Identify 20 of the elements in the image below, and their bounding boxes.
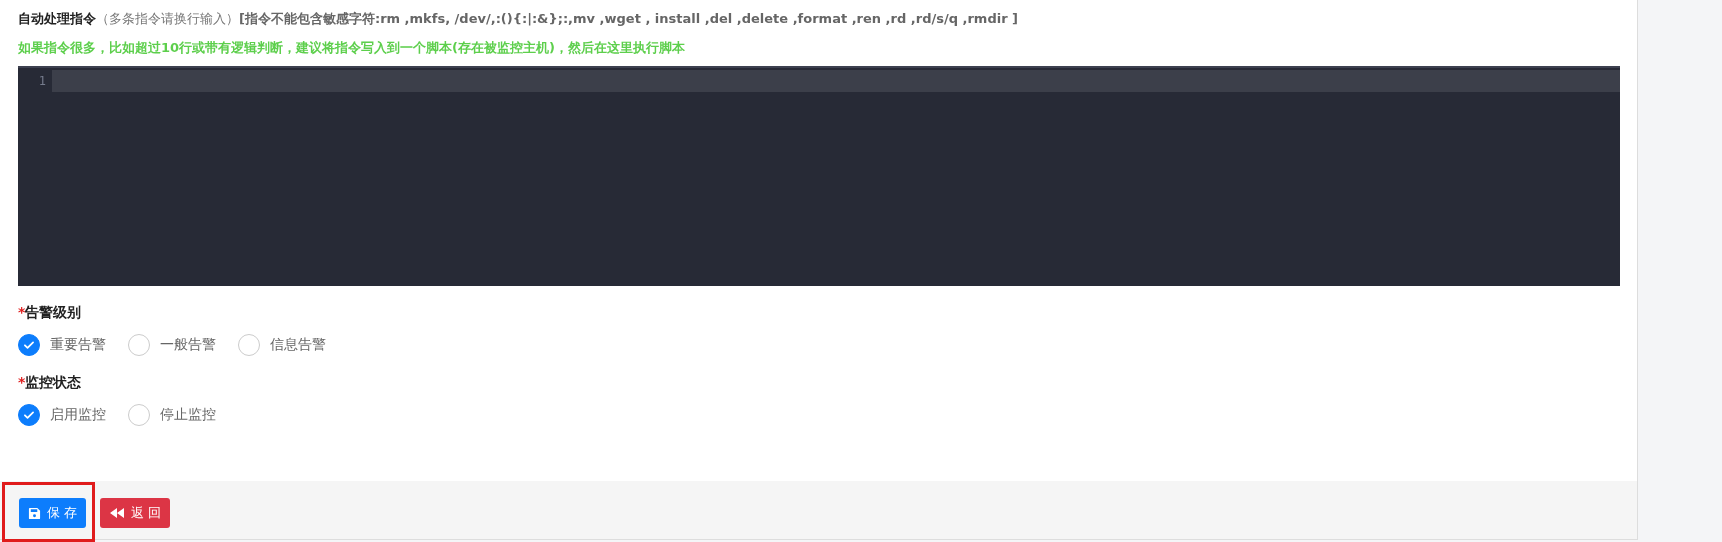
required-mark: * xyxy=(18,304,26,320)
radio-label[interactable]: 信息告警 xyxy=(270,336,326,354)
field-hint: （多条指令请换行输入） xyxy=(96,11,239,26)
radio-button[interactable] xyxy=(18,404,40,426)
field-label: 自动处理指令 xyxy=(18,11,96,26)
back-button[interactable]: 返 回 xyxy=(100,498,171,528)
code-editor[interactable]: 1 xyxy=(18,66,1620,286)
required-mark: * xyxy=(18,374,26,390)
fast-backward-icon xyxy=(109,507,126,519)
line-number: 1 xyxy=(37,74,46,88)
radio-label[interactable]: 重要告警 xyxy=(50,336,106,354)
advice-text: 如果指令很多，比如超过10行或带有逻辑判断，建议将指令写入到一个脚本(存在被监控主机)，然后在这里执行脚本 xyxy=(18,39,686,57)
radio-button[interactable] xyxy=(18,334,40,356)
radio-label[interactable]: 启用监控 xyxy=(50,406,106,424)
group-label: 监控状态 xyxy=(25,374,82,390)
radio-label[interactable]: 一般告警 xyxy=(160,336,216,354)
radio-label[interactable]: 停止监控 xyxy=(160,406,216,424)
group-label: 告警级别 xyxy=(25,304,82,320)
save-button[interactable]: 保 存 xyxy=(19,498,87,528)
restriction-text: [指令不能包含敏感字符:rm ,mkfs, /dev/,:(){:|:&};:,mv ,wget , install ,del ,delete ,format ,ren ,rd ,rd/s/q ,rmdir ] xyxy=(239,11,1019,26)
